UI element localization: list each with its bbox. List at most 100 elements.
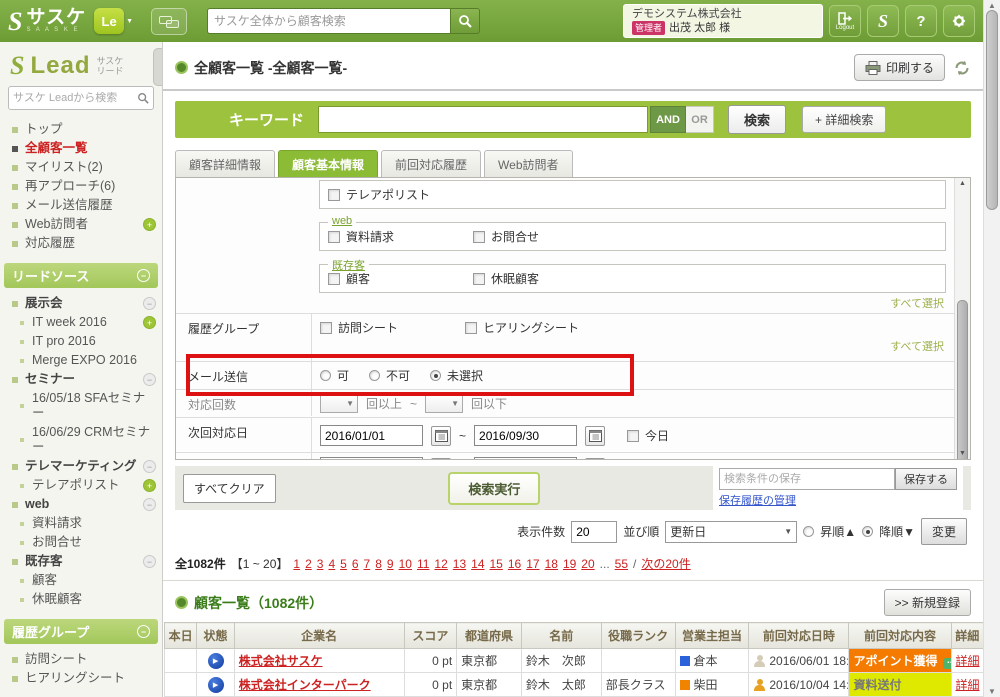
- page-link[interactable]: 17: [526, 557, 539, 571]
- page-link[interactable]: 2: [305, 557, 312, 571]
- saaske-logo[interactable]: S サスケ S A A S K E: [8, 8, 86, 35]
- sidebar-item-sfa-seminar[interactable]: 16/05/18 SFAセミナー: [0, 389, 162, 423]
- status-play-icon[interactable]: ▶: [207, 676, 224, 693]
- web-legend[interactable]: web: [328, 215, 357, 228]
- sidebar-item-exhibition[interactable]: 展示会 −: [0, 294, 162, 313]
- sidebar-collapse-handle[interactable]: [153, 48, 162, 86]
- collapse-icon[interactable]: −: [143, 297, 156, 310]
- sidebar-item-visit-sheet[interactable]: 訪問シート: [0, 650, 162, 669]
- settings-button[interactable]: [943, 5, 975, 37]
- sidebar-search-input[interactable]: [13, 92, 137, 104]
- scroll-down-icon[interactable]: ▼: [955, 450, 970, 457]
- radio-mail-none[interactable]: [430, 370, 442, 382]
- page-link[interactable]: 1: [293, 557, 300, 571]
- scroll-down-icon[interactable]: ▼: [984, 687, 1000, 696]
- col-owner[interactable]: 営業主担当: [674, 622, 750, 649]
- page-link[interactable]: 4: [328, 557, 335, 571]
- radio-ascending[interactable]: [803, 526, 815, 537]
- checkbox-hearing-sheet[interactable]: [465, 321, 477, 334]
- collapse-icon[interactable]: −: [143, 555, 156, 568]
- change-button[interactable]: 変更: [920, 518, 967, 545]
- sidebar-item-existing[interactable]: 既存客 −: [0, 552, 162, 571]
- calendar-icon[interactable]: [431, 425, 451, 446]
- lead-app-badge[interactable]: Le: [94, 8, 125, 34]
- page-link[interactable]: 20: [581, 557, 594, 571]
- col-today[interactable]: 本日: [163, 622, 198, 649]
- collapse-icon[interactable]: −: [137, 269, 150, 282]
- col-last-content[interactable]: 前回対応内容: [848, 622, 952, 649]
- page-scrollbar-thumb[interactable]: [986, 10, 998, 210]
- sidebar-item-doc-request[interactable]: 資料請求: [0, 514, 162, 533]
- col-status[interactable]: 状態: [196, 622, 235, 649]
- new-register-button[interactable]: >> 新規登録: [883, 589, 971, 616]
- checkbox-doc-request[interactable]: [328, 230, 340, 243]
- page-link[interactable]: 11: [417, 557, 429, 571]
- scroll-up-icon[interactable]: ▲: [984, 1, 1000, 10]
- page-link[interactable]: 19: [563, 557, 576, 571]
- save-condition-input[interactable]: [719, 468, 895, 490]
- collapse-icon[interactable]: −: [143, 460, 156, 473]
- execute-search-button[interactable]: 検索実行: [448, 471, 541, 505]
- col-company[interactable]: 企業名: [233, 622, 405, 649]
- company-link[interactable]: 株式会社サスケ: [239, 654, 323, 668]
- sidebar-item-response-history[interactable]: 対応履歴: [0, 234, 162, 253]
- clear-all-button[interactable]: すべてクリア: [183, 473, 276, 503]
- saaske-home-button[interactable]: S: [867, 5, 899, 37]
- next-date-to-input[interactable]: [474, 425, 578, 447]
- page-scrollbar[interactable]: ▲ ▼: [983, 0, 1000, 697]
- page-link[interactable]: 12: [434, 557, 447, 571]
- page-link[interactable]: 3: [317, 557, 324, 571]
- checkbox-dormant[interactable]: [473, 272, 485, 285]
- page-link[interactable]: 16: [508, 557, 521, 571]
- calendar-icon[interactable]: [585, 457, 606, 460]
- refresh-icon[interactable]: [953, 59, 971, 77]
- page-link[interactable]: 8: [375, 557, 382, 571]
- comment-icon[interactable]: ⋯: [943, 657, 951, 669]
- detail-link[interactable]: 詳細: [956, 654, 980, 668]
- form-scrollbar[interactable]: ▲ ▼: [954, 178, 970, 460]
- sidebar-search-box[interactable]: [8, 86, 154, 110]
- checkbox-visit-sheet[interactable]: [320, 321, 332, 334]
- sidebar-item-crm-seminar[interactable]: 16/06/29 CRMセミナー: [0, 423, 162, 457]
- sidebar-item-it-week[interactable]: IT week 2016 +: [0, 313, 162, 332]
- save-button[interactable]: 保存する: [895, 468, 957, 490]
- collapse-icon[interactable]: −: [143, 498, 156, 511]
- register-date-to-input[interactable]: [474, 457, 578, 460]
- page-link[interactable]: 9: [387, 557, 394, 571]
- tab-customer-detail[interactable]: 顧客詳細情報: [175, 150, 276, 178]
- page-link[interactable]: 10: [399, 557, 412, 571]
- sidebar-item-web-visitors[interactable]: Web訪問者 +: [0, 215, 162, 234]
- page-link[interactable]: 5: [340, 557, 347, 571]
- sidebar-item-seminar[interactable]: セミナー −: [0, 370, 162, 389]
- and-toggle-button[interactable]: AND: [650, 106, 687, 134]
- keyword-input[interactable]: [318, 106, 649, 134]
- sidebar-item-merge-expo[interactable]: Merge EXPO 2016: [0, 351, 162, 370]
- next-pages-link[interactable]: 次の20件: [641, 555, 690, 572]
- sidebar-item-mail-history[interactable]: メール送信履歴: [0, 196, 162, 215]
- global-search-button[interactable]: [450, 8, 481, 34]
- expand-icon[interactable]: +: [143, 479, 156, 492]
- sidebar-item-web[interactable]: web −: [0, 495, 162, 514]
- existing-legend[interactable]: 既存客: [328, 257, 369, 274]
- select-all-link-1[interactable]: すべて選択: [890, 298, 944, 310]
- section-lead-source[interactable]: リードソース −: [4, 263, 158, 288]
- chat-icon[interactable]: [151, 7, 188, 35]
- sidebar-item-customer[interactable]: 顧客: [0, 571, 162, 590]
- sidebar-item-re-approach[interactable]: 再アプローチ(6): [0, 177, 162, 196]
- col-name[interactable]: 名前: [520, 622, 602, 649]
- checkbox-next-date-today[interactable]: [627, 429, 640, 442]
- scroll-up-icon[interactable]: ▲: [955, 180, 970, 187]
- select-all-link-2[interactable]: すべて選択: [890, 341, 944, 353]
- detail-link[interactable]: 詳細: [956, 678, 980, 692]
- form-scrollbar-thumb[interactable]: [957, 300, 968, 460]
- checkbox-customer[interactable]: [328, 272, 340, 285]
- or-toggle-button[interactable]: OR: [686, 106, 715, 134]
- expand-icon[interactable]: +: [143, 218, 156, 231]
- next-date-from-input[interactable]: [320, 425, 423, 447]
- page-link[interactable]: 18: [545, 557, 558, 571]
- sidebar-item-telemarketing[interactable]: テレマーケティング −: [0, 457, 162, 476]
- col-last-datetime[interactable]: 前回対応日時: [748, 622, 850, 649]
- sidebar-item-my-list[interactable]: マイリスト(2): [0, 158, 162, 177]
- col-detail[interactable]: 詳細: [950, 622, 983, 649]
- sidebar-item-all-customers[interactable]: 全顧客一覧: [0, 139, 162, 158]
